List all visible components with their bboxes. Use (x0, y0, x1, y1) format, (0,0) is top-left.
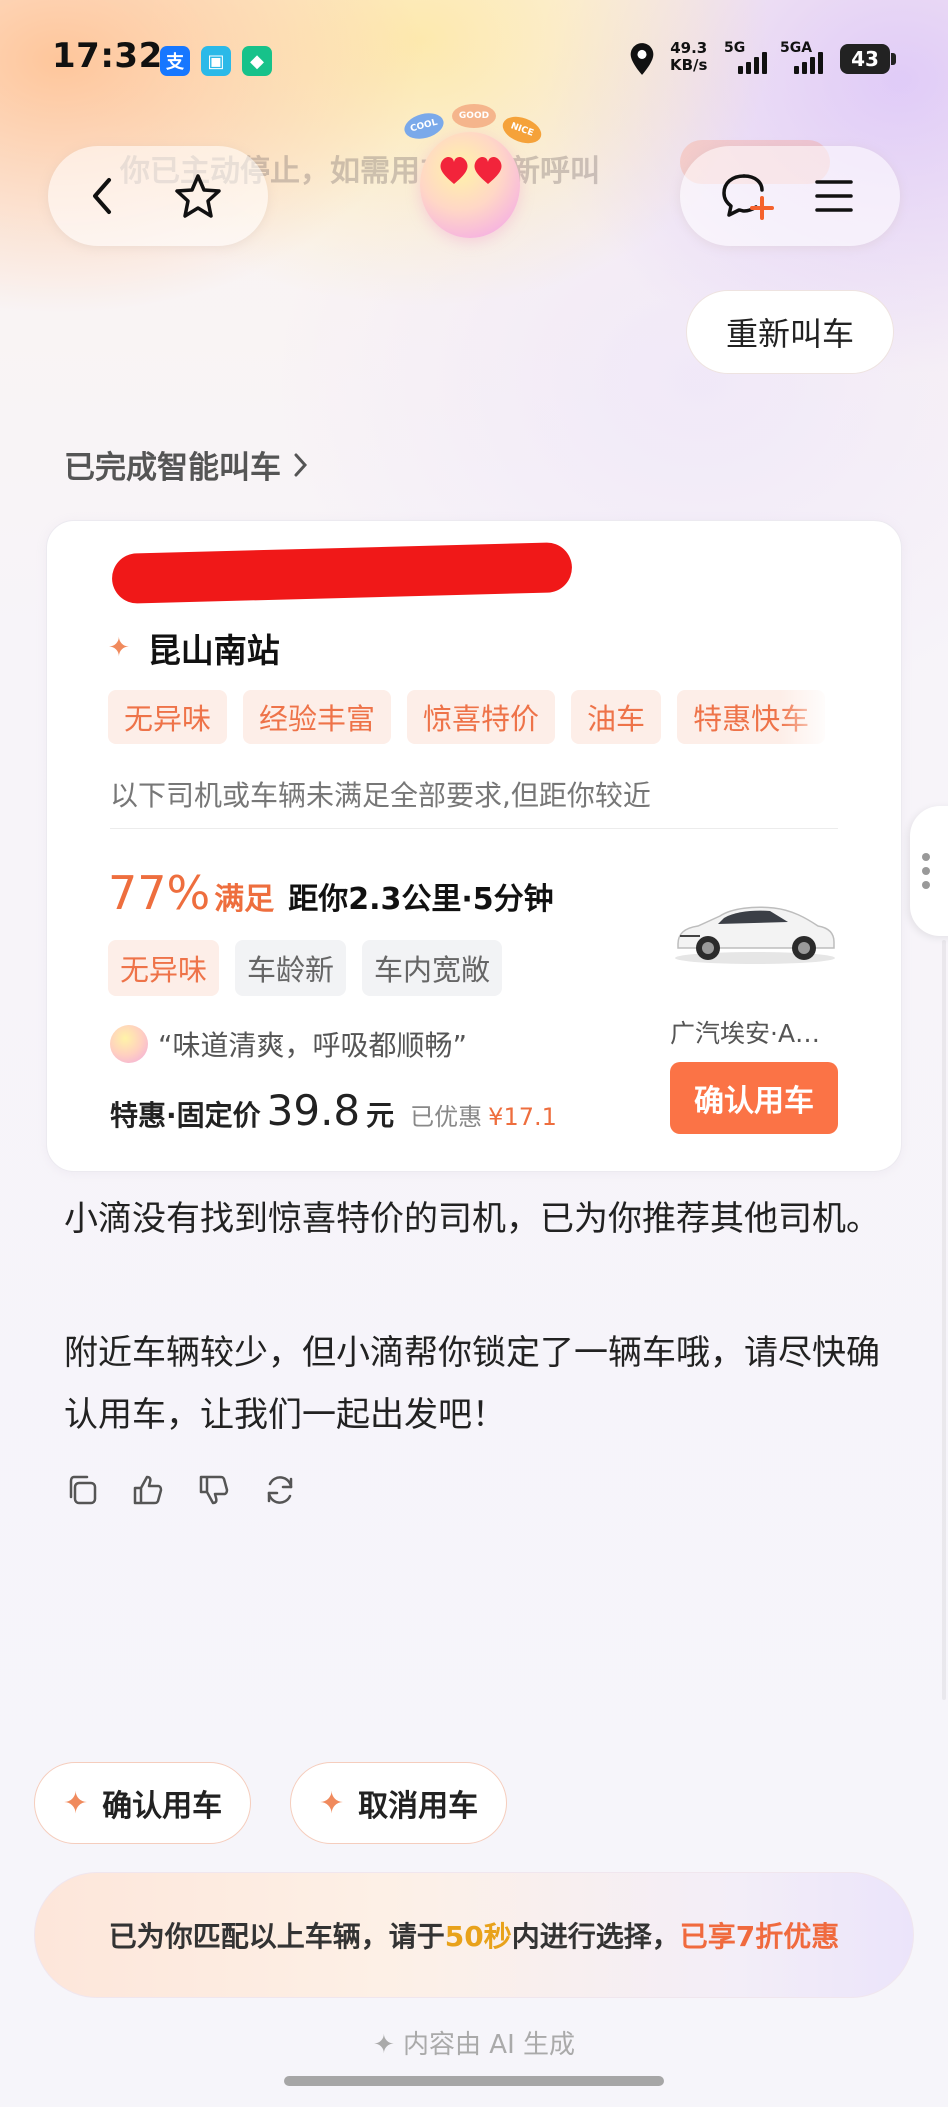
heart-eyes-icon (440, 156, 502, 184)
nav-right-group (680, 146, 900, 246)
banner-text-2: 内进行选择， (511, 1920, 680, 1953)
signal-bars-2-icon (794, 52, 823, 74)
menu-button[interactable] (802, 164, 866, 228)
match-label: 满足 (214, 882, 275, 917)
signal-bars-1-icon (738, 52, 767, 74)
driver-tags: 无异味 车龄新 车内宽敞 (108, 940, 503, 996)
thumbs-down-icon (199, 1475, 229, 1505)
banner-text-1: 已为你匹配以上车辆，请于 (108, 1920, 445, 1953)
quick-cancel-label: 取消用车 (358, 1789, 479, 1824)
match-percent: 77% (108, 866, 211, 920)
battery-cap (891, 53, 896, 65)
destination-name: 昆山南站 (147, 631, 280, 670)
like-button[interactable] (130, 1472, 166, 1508)
net-speed-value: 49.3 (670, 39, 708, 57)
mascot-bubble-good: GOOD (452, 104, 496, 128)
mascot-avatar[interactable] (420, 132, 520, 238)
thumbs-up-icon (133, 1475, 163, 1505)
dot-icon (922, 853, 930, 861)
car-model: 广汽埃安·A… (670, 1019, 821, 1048)
chat-add-icon (722, 174, 774, 220)
completed-smart-call-label: 已完成智能叫车 (64, 450, 281, 486)
home-indicator[interactable] (284, 2076, 664, 2086)
completed-smart-call-link[interactable]: 已完成智能叫车 (64, 442, 309, 487)
copy-button[interactable] (64, 1472, 100, 1508)
preference-tag: 惊喜特价 (407, 690, 556, 744)
assistant-message-1: 小滴没有找到惊喜特价的司机，已为你推荐其他司机。 (64, 1199, 880, 1239)
message-actions (64, 1472, 298, 1508)
sparkle-icon: ✦ (63, 1785, 89, 1821)
message-app-icon: ▣ (201, 46, 231, 76)
status-time: 17:32 (52, 36, 163, 76)
dot-icon (922, 881, 930, 889)
mismatch-note: 以下司机或车辆未满足全部要求,但距你较近 (110, 779, 651, 812)
mascot-emoji-icon (110, 1025, 148, 1063)
green-app-icon: ◆ (242, 46, 272, 76)
destination-marker-icon: ✦ (108, 633, 130, 663)
renew-call-button[interactable]: 重新叫车 (686, 290, 894, 374)
driver-tag: 车龄新 (235, 940, 347, 996)
driver-distance: 距你2.3公里·5分钟 (288, 882, 554, 917)
nav-left-group (48, 146, 268, 246)
regenerate-button[interactable] (262, 1472, 298, 1508)
discount-value: ¥17.1 (488, 1103, 557, 1131)
ai-generated-note: ✦ 内容由 AI 生成 (372, 2030, 576, 2060)
countdown-banner: 已为你匹配以上车辆，请于 50秒 内进行选择， 已享7折优惠 (34, 1872, 914, 1998)
new-chat-button[interactable] (714, 164, 778, 228)
passenger-review: “味道清爽，呼吸都顺畅” (110, 1024, 467, 1064)
preference-tag: 油车 (571, 690, 662, 744)
chevron-right-icon (294, 453, 308, 476)
alipay-icon: 支 (160, 46, 190, 76)
hamburger-menu-icon (815, 180, 853, 212)
car-image-icon (675, 906, 835, 964)
confirm-ride-button[interactable]: 确认用车 (670, 1062, 838, 1134)
dot-icon (922, 867, 930, 875)
quick-confirm-button[interactable]: ✦ 确认用车 (34, 1762, 252, 1844)
quick-confirm-label: 确认用车 (102, 1789, 223, 1824)
net-speed: 49.3 KB/s (670, 40, 707, 74)
location-icon (630, 43, 654, 75)
destination: ✦ 昆山南站 (108, 624, 280, 672)
chevron-left-icon (93, 178, 111, 214)
price-label: 特惠·固定价 (110, 1099, 261, 1132)
discount-label: 已优惠 (410, 1103, 483, 1131)
preference-tag: 经验丰富 (243, 690, 392, 744)
dislike-button[interactable] (196, 1472, 232, 1508)
assistant-message-2: 附近车辆较少，但小滴帮你锁定了一辆车哦，请尽快确认用车，让我们一起出发吧！ (64, 1333, 880, 1435)
sparkle-icon: ✦ (319, 1785, 345, 1821)
favorite-button[interactable] (166, 164, 230, 228)
card-divider (110, 828, 838, 829)
battery-level: 43 (840, 44, 890, 74)
match-summary: 77% 满足 距你2.3公里·5分钟 (108, 866, 554, 920)
net-speed-unit: KB/s (670, 56, 708, 74)
quick-cancel-button[interactable]: ✦ 取消用车 (290, 1762, 508, 1844)
scrollbar[interactable] (942, 940, 946, 1700)
review-text: “味道清爽，呼吸都顺畅” (158, 1029, 468, 1062)
driver-tag: 车内宽敞 (362, 940, 503, 996)
price-value: 39.8 (266, 1086, 361, 1135)
copy-icon (69, 1475, 97, 1505)
price-unit: 元 (366, 1099, 395, 1132)
countdown-seconds: 50秒 (444, 1920, 512, 1953)
refresh-icon (267, 1476, 293, 1504)
preference-tag: 无异味 (108, 690, 228, 744)
discount-offer: 已享7折优惠 (679, 1920, 840, 1953)
star-icon (175, 174, 221, 218)
side-handle[interactable] (910, 806, 948, 936)
driver-tag: 无异味 (108, 940, 220, 996)
preference-tags: 无异味 经验丰富 惊喜特价 油车 特惠快车 (108, 690, 838, 744)
tags-fade (780, 690, 842, 744)
back-button[interactable] (70, 164, 134, 228)
price-line: 特惠·固定价 39.8 元 已优惠 ¥17.1 (110, 1086, 557, 1135)
